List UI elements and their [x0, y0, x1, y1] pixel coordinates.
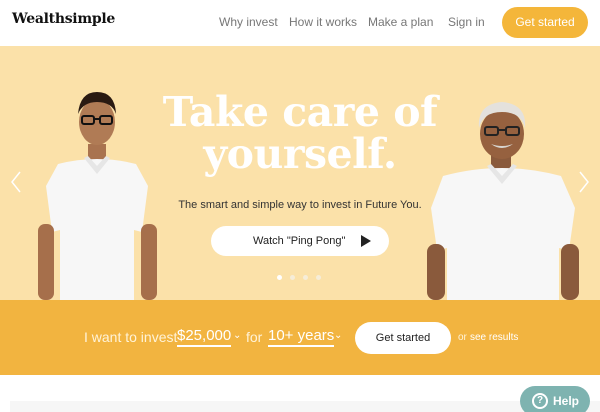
invest-prefix-label: I want to invest — [84, 329, 178, 345]
chevron-left-icon[interactable] — [10, 171, 22, 193]
carousel-dots — [277, 275, 327, 281]
nav-link-how-it-works[interactable]: How it works — [289, 15, 357, 29]
wealthsimple-logo[interactable]: Wealthsimple — [12, 11, 115, 27]
invest-for-label: for — [246, 329, 263, 345]
nav-link-why-invest[interactable]: Why invest — [219, 15, 278, 29]
hero-subline: The smart and simple way to invest in Fu… — [178, 199, 422, 211]
hero-headline: Take care of yourself. — [162, 88, 438, 178]
play-icon — [361, 235, 371, 247]
invest-amount-select[interactable]: $25,000 — [177, 327, 232, 347]
or-label: or — [458, 332, 467, 343]
watch-video-button[interactable]: Watch "Ping Pong" — [211, 226, 389, 256]
hero-carousel: Take care of yourself. The smart and sim… — [0, 46, 600, 300]
nav-get-started-button[interactable]: Get started — [502, 7, 588, 38]
help-button[interactable]: ? Help — [520, 386, 590, 412]
form-get-started-button[interactable]: Get started — [355, 322, 451, 354]
invest-form-band: I want to invest $25,000 ⌄ for 10+ years… — [0, 300, 600, 375]
carousel-dot-2[interactable] — [290, 275, 295, 280]
carousel-dot-3[interactable] — [303, 275, 308, 280]
duration-chevron-down-icon: ⌄ — [334, 330, 343, 341]
carousel-dot-4[interactable] — [316, 275, 321, 280]
nav-link-make-a-plan[interactable]: Make a plan — [368, 15, 433, 29]
chevron-right-icon[interactable] — [578, 171, 590, 193]
see-results-link[interactable]: see results — [470, 332, 518, 343]
amount-chevron-down-icon: ⌄ — [233, 330, 242, 341]
watch-video-label: Watch "Ping Pong" — [253, 235, 346, 247]
carousel-dot-1[interactable] — [277, 275, 282, 280]
question-mark-icon: ? — [532, 393, 548, 409]
nav-link-sign-in[interactable]: Sign in — [448, 15, 485, 29]
top-navbar: Wealthsimple Why invest How it works Mak… — [0, 0, 600, 46]
next-section-edge — [10, 401, 600, 412]
help-label: Help — [553, 394, 580, 408]
invest-duration-select[interactable]: 10+ years — [268, 327, 335, 347]
